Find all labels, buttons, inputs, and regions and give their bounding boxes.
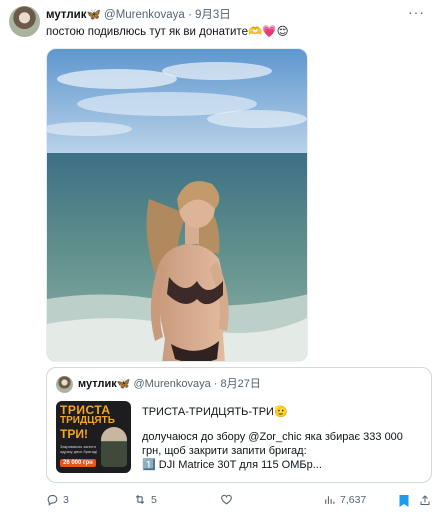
thumb-amount: 26 000 грн bbox=[60, 459, 96, 467]
quoted-tweet-title: ТРИСТА-ТРИДЦЯТЬ-ТРИ🫡 bbox=[142, 406, 288, 418]
thumb-person-image bbox=[101, 427, 127, 467]
quoted-author-name: мутлик🦋 bbox=[78, 378, 131, 390]
quoted-tweet-line: 1️⃣ DJI Matrice 30T для 115 ОМБр... bbox=[142, 459, 322, 471]
retweet-button[interactable]: 5 bbox=[133, 493, 157, 506]
author-handle[interactable]: @Murenkovaya bbox=[104, 9, 185, 21]
author-avatar[interactable] bbox=[9, 6, 40, 37]
quoted-tweet-text: ТРИСТА-ТРИДЦЯТЬ-ТРИ🫡 долучаюся до збору … bbox=[142, 405, 427, 472]
tweet-actions: 3 5 7,637 bbox=[0, 490, 435, 510]
author-name[interactable]: мутлик🦋 bbox=[46, 9, 101, 21]
quoted-tweet-header: мутлик🦋 @Murenkovaya · 8月27日 bbox=[78, 377, 261, 391]
quoted-tweet-date: 8月27日 bbox=[220, 378, 261, 390]
tweet-header: мутлик🦋 @Murenkovaya · 9月3日 bbox=[46, 8, 231, 23]
heart-icon bbox=[221, 494, 232, 505]
reply-icon bbox=[47, 494, 58, 506]
separator-dot: · bbox=[187, 9, 192, 21]
views-button[interactable]: 7,637 bbox=[323, 493, 366, 506]
quoted-tweet[interactable]: мутлик🦋 @Murenkovaya · 8月27日 ТРИСТА ТРИД… bbox=[46, 367, 432, 483]
tweet-photo[interactable] bbox=[46, 48, 308, 362]
retweet-count: 5 bbox=[151, 493, 157, 506]
share-icon bbox=[420, 495, 430, 505]
more-horizontal-icon[interactable]: ··· bbox=[408, 4, 425, 20]
quoted-tweet-line: грн, щоб закрити запити бригад: bbox=[142, 445, 307, 457]
quoted-author-handle: @Murenkovaya bbox=[133, 378, 211, 390]
bookmark-icon bbox=[399, 495, 409, 507]
beach-photo bbox=[47, 49, 307, 361]
tweet-text: постою подивлюсь тут як ви донатите🫶💗😌 bbox=[46, 26, 289, 38]
share-button[interactable] bbox=[419, 494, 431, 510]
bookmark-button[interactable] bbox=[398, 494, 410, 511]
like-button[interactable] bbox=[220, 493, 233, 506]
thumb-title-2: ТРИДЦЯТЬ bbox=[60, 415, 115, 426]
quoted-tweet-line: долучаюся до збору @Zor_chic яка збирає … bbox=[142, 431, 403, 443]
retweet-icon bbox=[135, 494, 145, 505]
quoted-tweet-thumbnail: ТРИСТА ТРИДЦЯТЬ ТРИ! Закриваємо запити о… bbox=[56, 401, 131, 473]
thumb-subtitle: Закриваємо запити одразу двох бригад! bbox=[60, 444, 98, 454]
separator-dot: · bbox=[213, 378, 218, 390]
quoted-author-avatar bbox=[56, 376, 73, 393]
reply-count: 3 bbox=[63, 493, 69, 506]
views-chart-icon bbox=[325, 496, 335, 504]
tweet[interactable]: мутлик🦋 @Murenkovaya · 9月3日 ··· постою п… bbox=[0, 0, 435, 514]
thumb-title-3: ТРИ! bbox=[60, 427, 88, 441]
reply-button[interactable]: 3 bbox=[46, 493, 69, 506]
tweet-date[interactable]: 9月3日 bbox=[195, 9, 231, 21]
views-count: 7,637 bbox=[340, 493, 367, 506]
